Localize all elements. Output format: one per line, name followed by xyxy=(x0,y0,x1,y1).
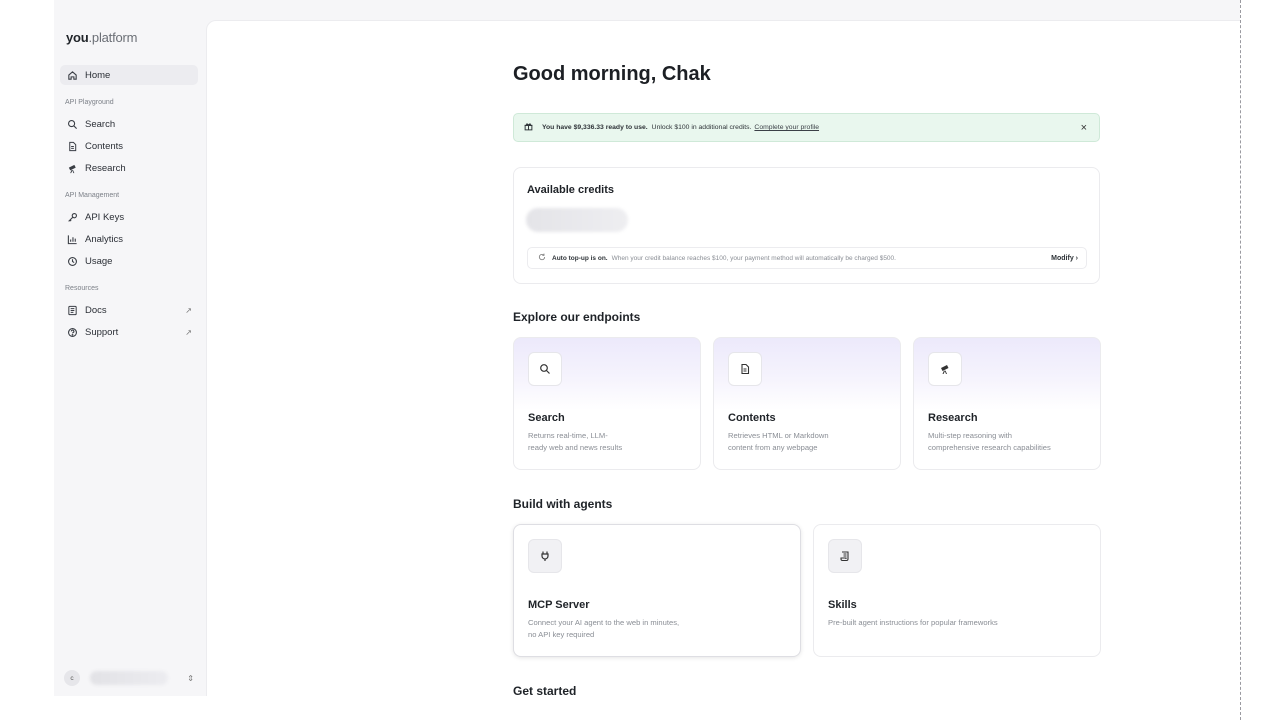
logo-bold: you xyxy=(66,30,89,45)
card-title: MCP Server xyxy=(528,599,590,611)
user-name-redacted xyxy=(90,671,168,685)
avatar: c xyxy=(64,670,80,686)
refresh-icon xyxy=(538,253,546,263)
modify-button[interactable]: Modify › xyxy=(1051,255,1078,262)
topup-text: When your credit balance reaches $100, y… xyxy=(611,254,896,262)
logo[interactable]: you.platform xyxy=(66,30,137,45)
topup-status: Auto top-up is on. xyxy=(552,254,608,262)
key-icon xyxy=(66,211,78,223)
scroll-icon xyxy=(828,539,862,573)
card-desc-line: Returns real-time, LLM- xyxy=(528,431,608,440)
banner-balance: You have $9,336.33 ready to use. xyxy=(542,124,648,131)
card-desc-line: Connect your AI agent to the web in minu… xyxy=(528,618,680,627)
sidebar-item-label: Search xyxy=(85,118,116,130)
sidebar-item-support[interactable]: Support ↗ xyxy=(60,322,198,342)
auto-topup-row: Auto top-up is on. When your credit bala… xyxy=(527,247,1087,269)
sidebar-item-label: Docs xyxy=(85,304,107,316)
credits-banner: You have $9,336.33 ready to use. Unlock … xyxy=(513,113,1100,142)
clock-icon xyxy=(66,255,78,267)
agent-card-skills[interactable]: Skills Pre-built agent instructions for … xyxy=(813,524,1101,657)
card-desc-line: Retrieves HTML or Markdown xyxy=(728,431,829,440)
chevron-up-down-icon: ⇕ xyxy=(187,673,194,683)
sidebar-item-label: Support xyxy=(85,326,119,338)
sidebar-item-usage[interactable]: Usage xyxy=(60,251,198,271)
telescope-icon xyxy=(928,352,962,386)
card-desc-line: comprehensive research capabilities xyxy=(928,443,1051,452)
card-title: Research xyxy=(928,412,978,424)
plug-icon xyxy=(528,539,562,573)
home-icon xyxy=(66,69,78,81)
user-menu[interactable]: c ⇕ xyxy=(60,666,200,690)
gift-icon xyxy=(524,122,536,133)
sidebar-item-label: API Keys xyxy=(85,211,125,223)
sidebar-item-contents[interactable]: Contents xyxy=(60,136,198,156)
credits-amount-redacted xyxy=(526,208,628,232)
get-started-section-title: Get started xyxy=(513,684,577,696)
section-label-api-playground: API Playground xyxy=(65,99,114,106)
book-icon xyxy=(66,304,78,316)
external-link-icon: ↗ xyxy=(185,305,192,315)
window-edge xyxy=(1240,0,1241,720)
agent-card-mcp-server[interactable]: MCP Server Connect your AI agent to the … xyxy=(513,524,801,657)
section-label-api-management: API Management xyxy=(65,192,120,199)
card-desc-line: ready web and news results xyxy=(528,443,623,452)
main-panel: Good morning, Chak You have $9,336.33 re… xyxy=(206,20,1240,696)
sidebar-item-label: Usage xyxy=(85,255,113,267)
telescope-icon xyxy=(66,162,78,174)
page-title: Good morning, Chak xyxy=(513,63,711,85)
card-title: Contents xyxy=(728,412,776,424)
search-icon xyxy=(528,352,562,386)
credits-title: Available credits xyxy=(527,184,615,196)
card-title: Skills xyxy=(828,599,857,611)
bar-chart-icon xyxy=(66,233,78,245)
endpoints-section-title: Explore our endpoints xyxy=(513,310,641,324)
endpoint-card-research[interactable]: Research Multi-step reasoning with compr… xyxy=(913,337,1101,470)
sidebar-item-docs[interactable]: Docs ↗ xyxy=(60,300,198,320)
endpoint-card-search[interactable]: Search Returns real-time, LLM- ready web… xyxy=(513,337,701,470)
card-title: Search xyxy=(528,412,565,424)
sidebar-item-api-keys[interactable]: API Keys xyxy=(60,207,198,227)
sidebar-item-label: Home xyxy=(85,69,111,81)
agents-section-title: Build with agents xyxy=(513,497,613,511)
close-icon[interactable]: × xyxy=(1081,122,1087,134)
card-desc-line: no API key required xyxy=(528,630,595,639)
sidebar-item-label: Analytics xyxy=(85,233,124,245)
sidebar-item-search[interactable]: Search xyxy=(60,114,198,134)
search-icon xyxy=(66,118,78,130)
endpoint-card-contents[interactable]: Contents Retrieves HTML or Markdown cont… xyxy=(713,337,901,470)
logo-light: .platform xyxy=(88,30,138,45)
sidebar-item-label: Contents xyxy=(85,140,124,152)
sidebar-item-label: Research xyxy=(85,162,126,174)
sidebar-item-research[interactable]: Research xyxy=(60,158,198,178)
sidebar-item-analytics[interactable]: Analytics xyxy=(60,229,198,249)
document-icon xyxy=(66,140,78,152)
section-label-resources: Resources xyxy=(65,285,99,292)
complete-profile-link[interactable]: Complete your profile xyxy=(754,124,819,131)
card-desc-line: Pre-built agent instructions for popular… xyxy=(828,618,998,627)
available-credits-card: Available credits Auto top-up is on. Whe… xyxy=(513,167,1100,284)
document-icon xyxy=(728,352,762,386)
app-window: you.platform Home API Playground Search … xyxy=(54,0,1240,696)
card-desc-line: content from any webpage xyxy=(728,443,818,452)
external-link-icon: ↗ xyxy=(185,327,192,337)
sidebar-item-home[interactable]: Home xyxy=(60,65,198,85)
sidebar: you.platform Home API Playground Search … xyxy=(54,0,206,696)
card-desc-line: Multi-step reasoning with xyxy=(928,431,1012,440)
help-icon xyxy=(66,326,78,338)
banner-text: Unlock $100 in additional credits. xyxy=(651,124,752,131)
